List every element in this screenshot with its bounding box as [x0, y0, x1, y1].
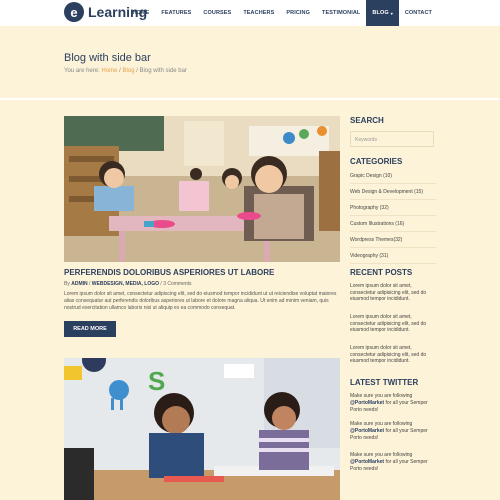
post-tags[interactable]: WEBDESIGN, MEDIA, LOGO	[92, 281, 159, 287]
nav-pricing[interactable]: PRICING	[280, 0, 316, 26]
main-nav: HOME FEATURES COURSES TEACHERS PRICING T…	[126, 0, 438, 26]
tweet-handle[interactable]: @PortoMarket	[350, 459, 384, 465]
nav-courses[interactable]: COURSES	[197, 0, 237, 26]
category-item[interactable]: Grapic Design (10)	[350, 168, 436, 184]
breadcrumb-blog[interactable]: Blog	[123, 68, 135, 74]
categories-heading: CATEGORIES	[350, 157, 403, 166]
category-item[interactable]: Videography (31)	[350, 248, 436, 264]
recent-posts-heading: RECENT POSTS	[350, 268, 413, 277]
page-title: Blog with side bar	[64, 52, 151, 64]
tweet-handle[interactable]: @PortoMarket	[350, 400, 384, 406]
nav-blog[interactable]: BLOG ▾	[366, 0, 399, 26]
chevron-down-icon: ▾	[390, 10, 393, 16]
nav-testimonial[interactable]: TESTIMONIAL	[316, 0, 366, 26]
post-image-kids-drawing[interactable]: S	[64, 358, 340, 500]
page-banner: Blog with side bar You are here: Home / …	[0, 26, 500, 98]
search-input[interactable]: Keywords	[350, 131, 434, 147]
nav-features[interactable]: FEATURES	[155, 0, 197, 26]
logo-mark: e	[64, 2, 84, 22]
read-more-button[interactable]: READ MORE	[64, 321, 116, 337]
category-item[interactable]: Web Design & Development (15)	[350, 184, 436, 200]
tweet-handle[interactable]: @PortoMarket	[350, 428, 384, 434]
nav-blog-label: BLOG	[372, 10, 389, 16]
tweet-item: Make sure you are following @PortoMarket…	[350, 421, 438, 442]
tweet-item: Make sure you are following @PortoMarket…	[350, 452, 438, 473]
post-title[interactable]: PERFERENDIS DOLORIBUS ASPERIORES UT LABO…	[64, 268, 274, 277]
recent-post-item[interactable]: Lorem ipsum dolor sit amet, consectetur …	[350, 283, 438, 303]
category-item[interactable]: Wordpress Themes(32)	[350, 232, 436, 248]
header-bar: e Learning HOME FEATURES COURSES TEACHER…	[0, 0, 500, 26]
latest-twitter-heading: LATEST TWITTER	[350, 378, 419, 387]
recent-post-item[interactable]: Lorem ipsum dolor sit amet, consectetur …	[350, 345, 438, 365]
nav-home[interactable]: HOME	[126, 0, 155, 26]
post-meta: By ADMIN / WEBDESIGN, MEDIA, LOGO / 3 Co…	[64, 281, 192, 287]
breadcrumb: You are here: Home / Blog / Blog with si…	[64, 68, 187, 74]
nav-teachers[interactable]: TEACHERS	[237, 0, 280, 26]
post-comments[interactable]: 3 Comments	[163, 281, 191, 287]
svg-text:S: S	[148, 366, 165, 396]
post-author[interactable]: ADMIN	[71, 281, 87, 287]
tweet-text: Make sure you are following	[350, 421, 413, 427]
recent-post-item[interactable]: Lorem ipsum dolor sit amet, consectetur …	[350, 314, 438, 334]
breadcrumb-home[interactable]: Home	[101, 68, 117, 74]
post-image-classroom[interactable]	[64, 116, 340, 262]
nav-contact[interactable]: CONTACT	[399, 0, 438, 26]
post-excerpt: Lorem ipsum dolor sit amet, consectetur …	[64, 291, 337, 311]
breadcrumb-current: Blog with side bar	[139, 68, 187, 74]
breadcrumb-prefix: You are here:	[64, 68, 100, 74]
tweet-item: Make sure you are following @PortoMarket…	[350, 393, 438, 414]
tweet-text: Make sure you are following	[350, 393, 413, 399]
search-heading: SEARCH	[350, 116, 384, 125]
category-item[interactable]: Custom Illustrations (16)	[350, 216, 436, 232]
tweet-text: Make sure you are following	[350, 452, 413, 458]
category-list: Grapic Design (10) Web Design & Developm…	[350, 168, 436, 264]
category-item[interactable]: Photography (32)	[350, 200, 436, 216]
post-meta-by: By	[64, 281, 70, 287]
